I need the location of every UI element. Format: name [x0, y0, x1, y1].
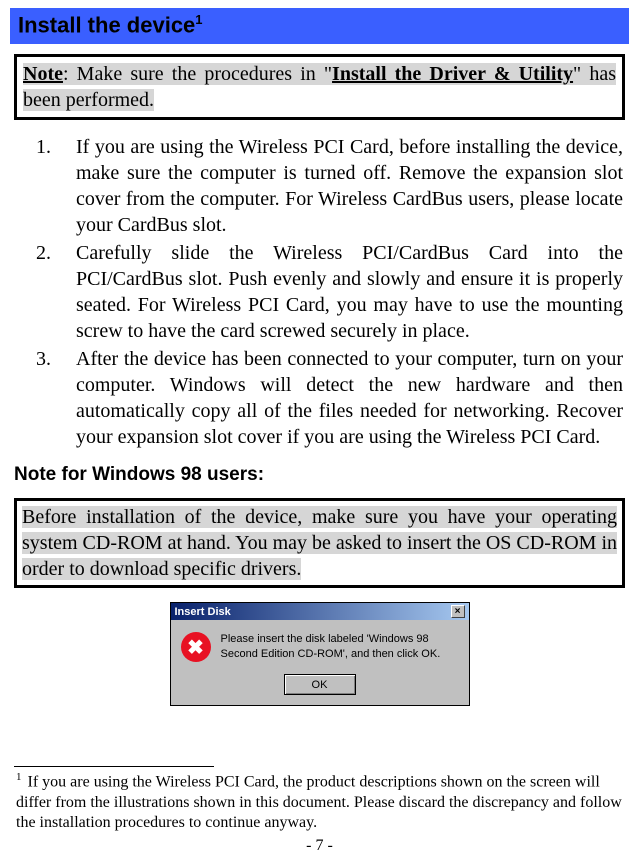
dialog-title: Insert Disk [175, 606, 231, 618]
footnote-separator [14, 766, 214, 767]
step-number: 1. [16, 134, 76, 238]
footnote-number: 1 [16, 771, 22, 783]
close-icon[interactable]: × [451, 605, 465, 618]
step-number: 2. [16, 240, 76, 344]
footnote-text: If you are using the Wireless PCI Card, … [16, 774, 622, 831]
footnote: 1If you are using the Wireless PCI Card,… [16, 771, 623, 832]
dialog-button-row: OK [171, 670, 469, 705]
step-item: 2. Carefully slide the Wireless PCI/Card… [16, 240, 623, 344]
dialog-titlebar: Insert Disk × [171, 603, 469, 620]
page-number: - 7 - [10, 837, 629, 855]
note-link: Install the Driver & Utility [332, 63, 573, 85]
note-prefix: Note [23, 63, 63, 85]
step-text: If you are using the Wireless PCI Card, … [76, 134, 623, 238]
note-box-driver: Note: Make sure the procedures in "Insta… [14, 54, 625, 120]
install-steps-list: 1. If you are using the Wireless PCI Car… [16, 134, 623, 450]
step-number: 3. [16, 346, 76, 450]
note-box-win98: Before installation of the device, make … [14, 498, 625, 588]
step-text: After the device has been connected to y… [76, 346, 623, 450]
step-item: 1. If you are using the Wireless PCI Car… [16, 134, 623, 238]
subheading-win98: Note for Windows 98 users: [14, 464, 625, 486]
error-icon: ✖ [181, 632, 211, 662]
note-text-1: : Make sure the procedures in " [63, 63, 332, 85]
section-header: Install the device1 [10, 8, 629, 44]
ok-button[interactable]: OK [284, 674, 356, 695]
step-item: 3. After the device has been connected t… [16, 346, 623, 450]
note2-text: Before installation of the device, make … [22, 506, 617, 580]
insert-disk-dialog: Insert Disk × ✖ Please insert the disk l… [170, 602, 470, 706]
footnote-ref: 1 [195, 12, 202, 27]
section-title: Install the device [18, 12, 195, 37]
dialog-screenshot: Insert Disk × ✖ Please insert the disk l… [10, 602, 629, 706]
step-text: Carefully slide the Wireless PCI/CardBus… [76, 240, 623, 344]
dialog-body: ✖ Please insert the disk labeled 'Window… [171, 620, 469, 670]
dialog-message: Please insert the disk labeled 'Windows … [221, 632, 459, 661]
